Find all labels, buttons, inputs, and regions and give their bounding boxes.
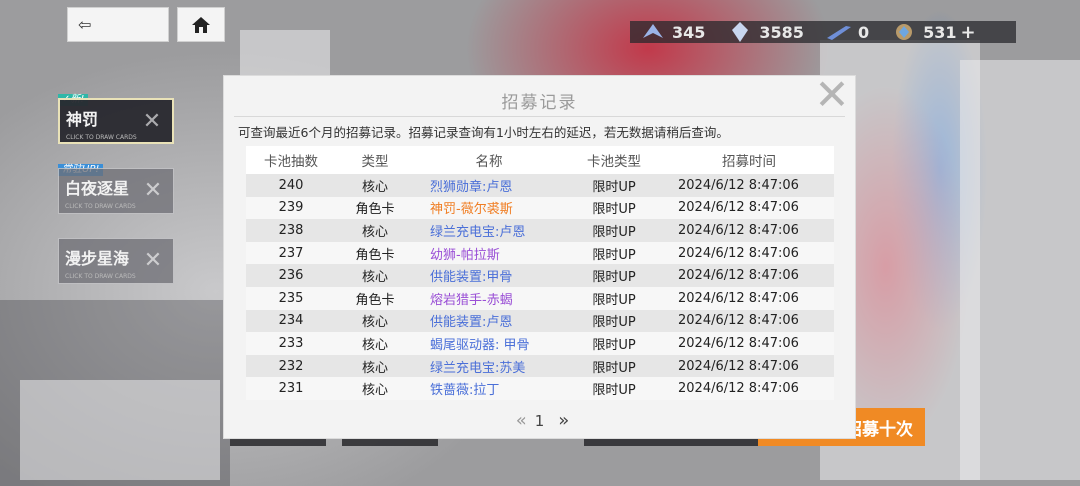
home-icon [192, 16, 210, 33]
cell-count: 234 [246, 309, 336, 333]
table-header-row: 卡池抽数 类型 名称 卡池类型 招募时间 [246, 146, 834, 174]
table-row: 240 核心 烈狮勋章:卢恩 限时UP 2024/6/12 8:47:06 [246, 174, 834, 197]
cell-name: 绿兰充电宝:苏美 [414, 354, 564, 378]
pool-tab-label: 漫步星海 [65, 249, 130, 268]
table-row: 235 角色卡 熔岩猎手-赤蝎 限时UP 2024/6/12 8:47:06 [246, 286, 834, 310]
currency-item: 345 [640, 21, 705, 43]
cell-pool: 限时UP [564, 174, 664, 197]
pool-tab-label: 神罚 [66, 110, 99, 129]
cell-time: 2024/6/12 8:47:06 [664, 196, 834, 220]
currency-item: 0 [826, 21, 869, 43]
cell-name: 供能装置:甲骨 [414, 264, 564, 287]
cell-type: 核心 [336, 377, 414, 400]
prev-page-button[interactable]: « [516, 410, 527, 431]
pool-emblem-icon: ✕ [143, 248, 163, 273]
blade-icon [826, 21, 852, 43]
cell-time: 2024/6/12 8:47:06 [664, 309, 834, 333]
cell-time: 2024/6/12 8:47:06 [664, 354, 834, 378]
cell-count: 235 [246, 286, 336, 310]
column-header: 卡池类型 [564, 146, 664, 174]
cell-pool: 限时UP [564, 286, 664, 310]
cell-type: 角色卡 [336, 241, 414, 265]
cell-count: 231 [246, 377, 336, 400]
cell-name: 熔岩猎手-赤蝎 [414, 286, 564, 310]
cell-count: 238 [246, 219, 336, 242]
cell-time: 2024/6/12 8:47:06 [664, 332, 834, 355]
cell-name: 神罚-薇尔裘斯 [414, 196, 564, 220]
cell-name: 供能装置:卢恩 [414, 309, 564, 333]
crystal-icon [727, 21, 753, 43]
cell-pool: 限时UP [564, 377, 664, 400]
currency-item: 3585 [727, 21, 804, 43]
table-row: 232 核心 绿兰充电宝:苏美 限时UP 2024/6/12 8:47:06 [246, 354, 834, 378]
table-row: 237 角色卡 幼狮-帕拉斯 限时UP 2024/6/12 8:47:06 [246, 241, 834, 265]
cell-type: 角色卡 [336, 286, 414, 310]
currency-item[interactable]: 531 + [891, 21, 976, 43]
query-note: 可查询最近6个月的招募记录。招募记录查询有1小时左右的延迟，若无数据请稍后查询。 [238, 125, 729, 140]
home-button[interactable] [177, 7, 225, 42]
cell-pool: 限时UP [564, 264, 664, 287]
gem-icon [891, 21, 917, 43]
table-row: 238 核心 绿兰充电宝:卢恩 限时UP 2024/6/12 8:47:06 [246, 219, 834, 242]
pool-tab-shenfa[interactable]: 神罚 CLICK TO DRAW CARDS ✕ [58, 98, 174, 144]
table-row: 234 核心 供能装置:卢恩 限时UP 2024/6/12 8:47:06 [246, 309, 834, 333]
cell-name: 绿兰充电宝:卢恩 [414, 219, 564, 242]
cell-name: 蝎尾驱动器: 甲骨 [414, 332, 564, 355]
cell-time: 2024/6/12 8:47:06 [664, 286, 834, 310]
close-icon[interactable]: ✕ [813, 74, 851, 116]
record-table: 卡池抽数 类型 名称 卡池类型 招募时间 240 核心 烈狮勋章:卢恩 限时UP 202… [246, 146, 834, 400]
currency-bar: 345 3585 0 531 + [630, 21, 1016, 43]
cell-pool: 限时UP [564, 332, 664, 355]
cell-type: 核心 [336, 309, 414, 333]
cell-name: 烈狮勋章:卢恩 [414, 174, 564, 197]
column-header: 卡池抽数 [246, 146, 336, 174]
cell-type: 核心 [336, 174, 414, 197]
cell-pool: 限时UP [564, 219, 664, 242]
divider [234, 116, 845, 117]
cell-pool: 限时UP [564, 196, 664, 220]
column-header: 类型 [336, 146, 414, 174]
pagination: « 1 » [224, 410, 855, 431]
table-row: 239 角色卡 神罚-薇尔裘斯 限时UP 2024/6/12 8:47:06 [246, 196, 834, 220]
back-button[interactable]: ⇦ [67, 7, 169, 42]
cell-type: 核心 [336, 332, 414, 355]
back-arrow-icon: ⇦ [78, 15, 92, 34]
cell-count: 236 [246, 264, 336, 287]
pool-tab-baiye[interactable]: 白夜逐星 CLICK TO DRAW CARDS ✕ [58, 168, 174, 214]
cell-type: 核心 [336, 264, 414, 287]
table-row: 236 核心 供能装置:甲骨 限时UP 2024/6/12 8:47:06 [246, 264, 834, 287]
pool-tab-label: 白夜逐星 [65, 179, 130, 198]
pool-emblem-icon: ✕ [142, 109, 162, 134]
cell-type: 核心 [336, 354, 414, 378]
cell-time: 2024/6/12 8:47:06 [664, 264, 834, 287]
cell-pool: 限时UP [564, 354, 664, 378]
cell-name: 铁蔷薇:拉丁 [414, 377, 564, 400]
column-header: 名称 [414, 146, 564, 174]
current-page: 1 [534, 411, 545, 430]
table-row: 231 核心 铁蔷薇:拉丁 限时UP 2024/6/12 8:47:06 [246, 377, 834, 400]
cell-pool: 限时UP [564, 241, 664, 265]
cell-time: 2024/6/12 8:47:06 [664, 377, 834, 400]
next-page-button[interactable]: » [558, 410, 569, 431]
cell-count: 232 [246, 354, 336, 378]
add-currency-button[interactable]: + [960, 22, 975, 43]
cell-pool: 限时UP [564, 309, 664, 333]
dialog-title: 招募记录 [501, 93, 578, 113]
cell-count: 239 [246, 196, 336, 220]
cell-time: 2024/6/12 8:47:06 [664, 174, 834, 197]
pool-emblem-icon: ✕ [143, 178, 163, 203]
cell-count: 233 [246, 332, 336, 355]
ship-icon [640, 21, 666, 43]
recruit-record-dialog: 招募记录 ✕ 可查询最近6个月的招募记录。招募记录查询有1小时左右的延迟，若无数… [224, 74, 855, 438]
pool-tab-manbu[interactable]: 漫步星海 CLICK TO DRAW CARDS ✕ [58, 238, 174, 284]
cell-count: 240 [246, 174, 336, 197]
cell-time: 2024/6/12 8:47:06 [664, 241, 834, 265]
cell-time: 2024/6/12 8:47:06 [664, 219, 834, 242]
cell-type: 核心 [336, 219, 414, 242]
cell-count: 237 [246, 241, 336, 265]
cell-name: 幼狮-帕拉斯 [414, 241, 564, 265]
column-header: 招募时间 [664, 146, 834, 174]
cell-type: 角色卡 [336, 196, 414, 220]
table-row: 233 核心 蝎尾驱动器: 甲骨 限时UP 2024/6/12 8:47:06 [246, 332, 834, 355]
